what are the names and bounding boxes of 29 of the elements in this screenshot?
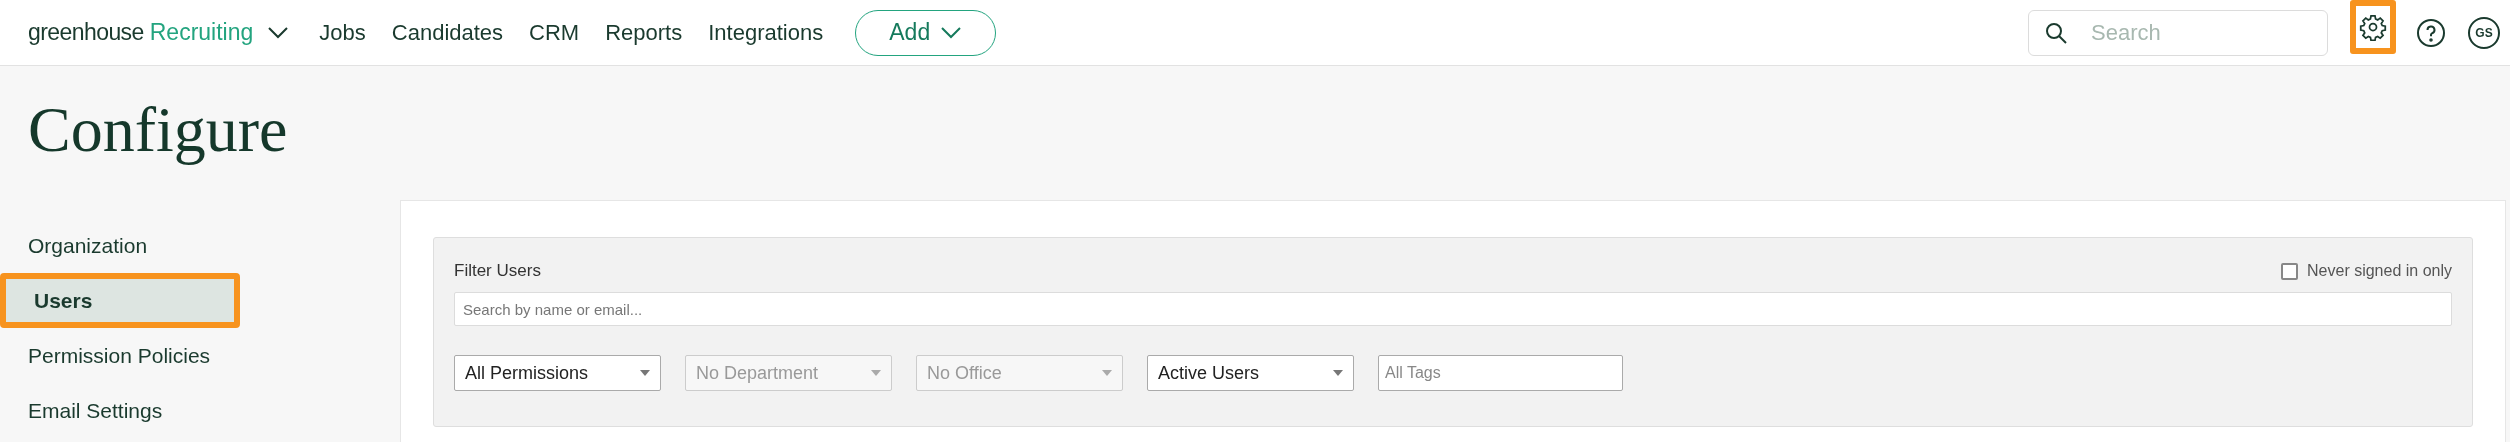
search-icon bbox=[2044, 20, 2068, 45]
nav-link[interactable]: Candidates bbox=[391, 16, 504, 49]
dropdown[interactable]: All Permissions bbox=[454, 355, 661, 391]
logo-wordmark[interactable]: greenhouse bbox=[28, 15, 144, 50]
sidebar-item[interactable]: Email Settings bbox=[0, 383, 240, 438]
dropdown-arrow-icon bbox=[1333, 370, 1343, 376]
nav-link[interactable]: CRM bbox=[529, 16, 580, 49]
nav-link[interactable]: Jobs bbox=[319, 16, 366, 49]
search-input[interactable]: Search by name or email... bbox=[454, 292, 2452, 326]
chevron-down-icon bbox=[940, 25, 963, 40]
help-icon[interactable] bbox=[2416, 17, 2446, 48]
search-field[interactable]: Search bbox=[2028, 9, 2328, 56]
sidebar-item[interactable]: Permission Policies bbox=[0, 328, 240, 383]
settings-icon[interactable] bbox=[2359, 13, 2387, 41]
nav-link[interactable]: Reports bbox=[605, 16, 683, 49]
sidebar-item[interactable]: Users bbox=[0, 273, 240, 328]
filter-title: Filter Users bbox=[454, 260, 541, 283]
dropdown-arrow-icon bbox=[871, 370, 881, 376]
sidebar-item[interactable]: Organization bbox=[0, 218, 240, 273]
dropdown-arrow-icon bbox=[640, 370, 650, 376]
page-title: Configure bbox=[27, 93, 289, 167]
nav-link[interactable]: Integrations bbox=[708, 16, 824, 49]
dropdown[interactable]: Active Users bbox=[1147, 355, 1354, 391]
dropdown-arrow-icon bbox=[1102, 370, 1112, 376]
user-avatar[interactable]: GS bbox=[2468, 16, 2500, 49]
checkbox[interactable] bbox=[2281, 262, 2299, 280]
chevron-down-icon[interactable] bbox=[267, 25, 290, 40]
checkbox-label: Never signed in only bbox=[2307, 261, 2452, 281]
tags-input[interactable]: All Tags bbox=[1378, 355, 1623, 391]
